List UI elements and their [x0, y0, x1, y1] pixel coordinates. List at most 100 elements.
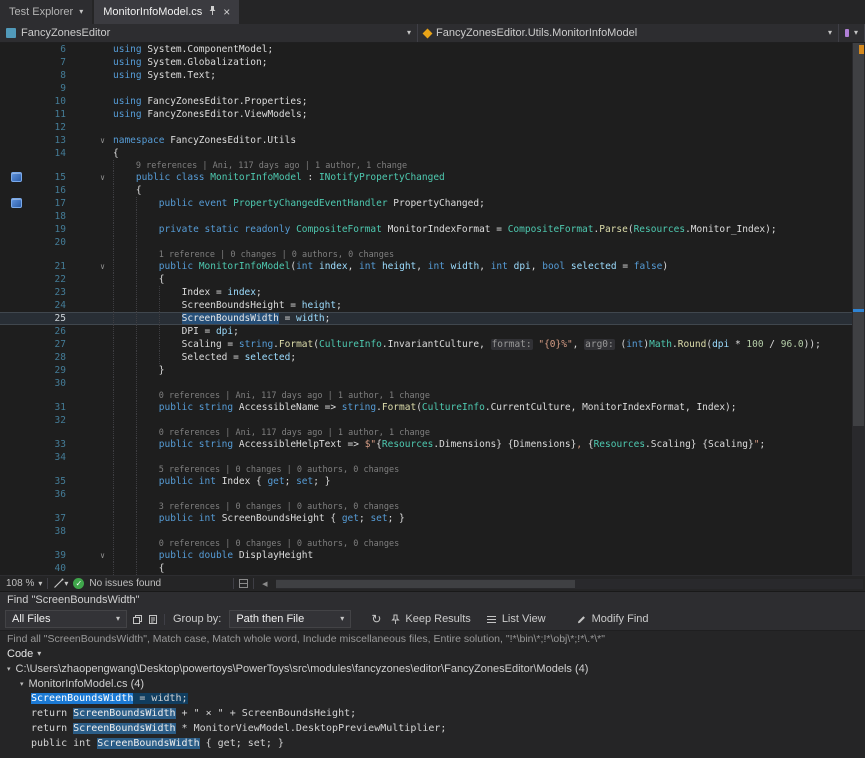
code-line-27[interactable]: 27 Scaling = string.Format(CultureInfo.I… — [0, 338, 865, 351]
code-line-39[interactable]: 39∨ public double DisplayHeight — [0, 549, 865, 562]
tab-test-explorer[interactable]: Test Explorer ▾ — [0, 0, 94, 24]
code-filter-label: Code — [7, 648, 33, 660]
keep-results-button[interactable]: Keep Results — [386, 610, 475, 629]
code-line-20[interactable]: 20 — [0, 236, 865, 249]
code-line-13[interactable]: 13∨namespace FancyZonesEditor.Utils — [0, 134, 865, 147]
chevron-down-icon[interactable]: ▾ — [828, 29, 832, 37]
tab-monitorinfomodel[interactable]: MonitorInfoModel.cs × — [94, 0, 239, 24]
code-line-9[interactable]: 9 — [0, 82, 865, 95]
code-line-7[interactable]: 7using System.Globalization; — [0, 56, 865, 69]
codelens-row[interactable]: 3 references | 0 changes | 0 authors, 0 … — [0, 501, 865, 512]
code-line-35[interactable]: 35 public int Index { get; set; } — [0, 475, 865, 488]
code-line-32[interactable]: 32 — [0, 414, 865, 427]
close-icon[interactable]: × — [223, 6, 230, 18]
member-dropdown[interactable]: ▾ — [839, 24, 865, 42]
code-line-6[interactable]: 6using System.ComponentModel; — [0, 43, 865, 56]
scope-dropdown[interactable]: All Files ▾ — [5, 610, 127, 628]
scrollbar-change-annotation — [859, 45, 864, 54]
folder-row[interactable]: ▾C:\Users\zhaopengwang\Desktop\powertoys… — [0, 661, 865, 676]
indent-guide — [136, 223, 137, 236]
type-dropdown[interactable]: FancyZonesEditor.Utils.MonitorInfoModel … — [418, 24, 839, 42]
code-line-22[interactable]: 22 { — [0, 273, 865, 286]
codelens-row[interactable]: 0 references | 0 changes | 0 authors, 0 … — [0, 538, 865, 549]
zoom-control[interactable]: 108 % ▾ — [6, 578, 42, 589]
code-line-30[interactable]: 30 — [0, 377, 865, 390]
line-number: 8 — [20, 69, 66, 82]
fold-chevron-icon[interactable]: ∨ — [66, 549, 110, 562]
indent-guide — [136, 236, 137, 249]
codelens-row[interactable]: 0 references | Ani, 117 days ago | 1 aut… — [0, 390, 865, 401]
code-line-12[interactable]: 12 — [0, 121, 865, 134]
code-line-34[interactable]: 34 — [0, 451, 865, 464]
copy-results-icon[interactable] — [132, 614, 143, 625]
codelens-row[interactable]: 5 references | 0 changes | 0 authors, 0 … — [0, 464, 865, 475]
list-view-button[interactable]: List View — [481, 610, 551, 629]
open-results-icon[interactable] — [148, 614, 159, 625]
fold-chevron-icon[interactable]: ∨ — [66, 171, 110, 184]
document-health-indicator[interactable]: ✓ No issues found — [73, 578, 161, 589]
code-line-10[interactable]: 10using FancyZonesEditor.Properties; — [0, 95, 865, 108]
code-line-25[interactable]: 25 ScreenBoundsWidth = width; — [0, 312, 865, 325]
code-line-14[interactable]: 14{ — [0, 147, 865, 160]
code-line-17[interactable]: 17 public event PropertyChangedEventHand… — [0, 197, 865, 210]
indent-guide — [113, 171, 114, 184]
group-by-dropdown[interactable]: Path then File ▾ — [229, 610, 351, 628]
modify-find-button[interactable]: Modify Find — [571, 610, 654, 629]
code-line-24[interactable]: 24 ScreenBoundsHeight = height; — [0, 299, 865, 312]
code-line-37[interactable]: 37 public int ScreenBoundsHeight { get; … — [0, 512, 865, 525]
codelens-text[interactable]: 5 references | 0 changes | 0 authors, 0 … — [113, 465, 399, 475]
project-dropdown[interactable]: FancyZonesEditor ▾ — [0, 24, 418, 42]
code-line-16[interactable]: 16 { — [0, 184, 865, 197]
scrollbar-thumb[interactable] — [853, 43, 864, 426]
codelens-row[interactable]: 1 reference | 0 changes | 0 authors, 0 c… — [0, 249, 865, 260]
expander-icon[interactable]: ▾ — [7, 665, 11, 673]
code-line-26[interactable]: 26 DPI = dpi; — [0, 325, 865, 338]
refresh-icon[interactable]: ↻ — [371, 612, 381, 626]
file-row[interactable]: ▾MonitorInfoModel.cs (4) — [0, 676, 865, 691]
code-line-23[interactable]: 23 Index = index; — [0, 286, 865, 299]
code-line-40[interactable]: 40 { — [0, 562, 865, 575]
fold-chevron-icon[interactable]: ∨ — [66, 134, 110, 147]
indent-guide — [159, 299, 160, 312]
code-line-8[interactable]: 8using System.Text; — [0, 69, 865, 82]
code-line-38[interactable]: 38 — [0, 525, 865, 538]
vertical-scrollbar[interactable] — [852, 43, 865, 575]
code-line-15[interactable]: 15∨ public class MonitorInfoModel : INot… — [0, 171, 865, 184]
code-line-36[interactable]: 36 — [0, 488, 865, 501]
scroll-left-icon[interactable]: ◀ — [259, 580, 270, 588]
indent-guide — [113, 512, 114, 525]
code-line-31[interactable]: 31 public string AccessibleName => strin… — [0, 401, 865, 414]
codelens-text[interactable]: 0 references | Ani, 117 days ago | 1 aut… — [113, 391, 430, 401]
codelens-row[interactable]: 0 references | Ani, 117 days ago | 1 aut… — [0, 427, 865, 438]
chevron-down-icon[interactable]: ▾ — [407, 29, 411, 37]
code-cleanup-icon[interactable]: ▾ — [53, 578, 68, 589]
code-line-21[interactable]: 21∨ public MonitorInfoModel(int index, i… — [0, 260, 865, 273]
search-result-row[interactable]: return ScreenBoundsWidth + " × " + Scree… — [0, 706, 865, 721]
code-line-28[interactable]: 28 Selected = selected; — [0, 351, 865, 364]
codelens-text[interactable]: 3 references | 0 changes | 0 authors, 0 … — [113, 502, 399, 512]
codelens-row[interactable]: 9 references | Ani, 117 days ago | 1 aut… — [0, 160, 865, 171]
search-result-row[interactable]: ScreenBoundsWidth = width; — [0, 691, 865, 706]
line-number: 24 — [20, 299, 66, 312]
codelens-text[interactable]: 0 references | 0 changes | 0 authors, 0 … — [113, 539, 399, 549]
codelens-text[interactable]: 9 references | Ani, 117 days ago | 1 aut… — [113, 161, 407, 171]
code-line-18[interactable]: 18 — [0, 210, 865, 223]
split-window-icon[interactable] — [239, 579, 248, 588]
codelens-text[interactable]: 1 reference | 0 changes | 0 authors, 0 c… — [113, 250, 394, 260]
chevron-down-icon[interactable]: ▾ — [854, 29, 858, 37]
chevron-down-icon[interactable]: ▾ — [79, 8, 83, 16]
fold-chevron-icon[interactable]: ∨ — [66, 260, 110, 273]
code-filter-button[interactable]: Code ▾ — [0, 646, 865, 661]
code-editor[interactable]: 6using System.ComponentModel;7using Syst… — [0, 43, 865, 575]
code-line-11[interactable]: 11using FancyZonesEditor.ViewModels; — [0, 108, 865, 121]
search-result-row[interactable]: public int ScreenBoundsWidth { get; set;… — [0, 736, 865, 751]
pin-icon[interactable] — [208, 5, 217, 19]
codelens-text[interactable]: 0 references | Ani, 117 days ago | 1 aut… — [113, 428, 430, 438]
horizontal-scrollbar[interactable] — [276, 579, 864, 589]
code-line-19[interactable]: 19 private static readonly CompositeForm… — [0, 223, 865, 236]
search-result-row[interactable]: return ScreenBoundsWidth * MonitorViewMo… — [0, 721, 865, 736]
code-line-29[interactable]: 29 } — [0, 364, 865, 377]
expander-icon[interactable]: ▾ — [20, 680, 24, 688]
scrollbar-thumb[interactable] — [276, 580, 576, 588]
code-line-33[interactable]: 33 public string AccessibleHelpText => $… — [0, 438, 865, 451]
